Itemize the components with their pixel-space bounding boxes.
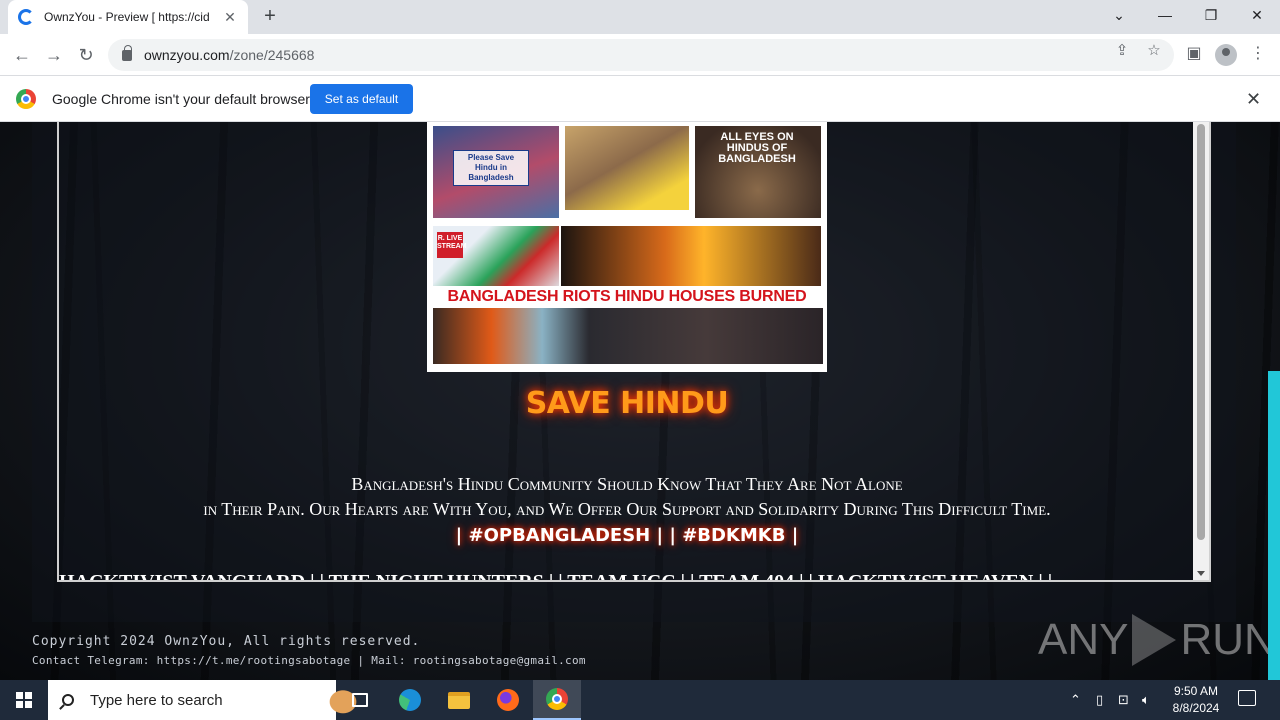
restore-button[interactable]: ❐ [1188, 0, 1234, 30]
message-line-2: in Their Pain. Our Hearts are With You, … [203, 499, 1051, 519]
live-stream-badge: R. LIVE STREAM [437, 232, 467, 258]
address-bar[interactable]: ownzyou.com/zone/245668 [108, 39, 1174, 71]
folder-icon [448, 691, 470, 709]
windows-taskbar: Type here to search ⌃ ▯ ⊡ 🔈︎ 9:50 AM 8/8… [0, 680, 1280, 720]
bookmark-star-icon[interactable]: ☆ [1145, 42, 1163, 60]
browser-tab[interactable]: OwnzYou - Preview [ https://cid ✕ [8, 0, 248, 34]
web-page: Please Save Hindu in Bangladesh ALL EYES… [0, 122, 1280, 680]
taskbar-search-box[interactable]: Type here to search [48, 680, 366, 720]
firefox-taskbar-button[interactable] [484, 680, 532, 720]
chrome-logo-icon [16, 89, 36, 109]
scroll-down-arrow-icon[interactable] [1197, 571, 1205, 576]
reload-button[interactable]: ↻ [73, 42, 99, 68]
protest-sign-text: Please Save Hindu in Bangladesh [453, 150, 529, 186]
protest-photo-2 [565, 126, 689, 210]
start-button[interactable] [0, 680, 48, 720]
edge-icon [399, 689, 421, 711]
edge-taskbar-button[interactable] [386, 680, 434, 720]
preview-iframe[interactable]: Please Save Hindu in Bangladesh ALL EYES… [57, 122, 1211, 582]
new-tab-button[interactable]: + [258, 5, 282, 29]
loading-icon [18, 9, 34, 25]
close-infobar-icon[interactable]: ✕ [1246, 89, 1261, 110]
back-button[interactable]: ← [9, 42, 35, 68]
riot-photo [433, 308, 823, 364]
fire-photo [561, 226, 821, 290]
solidarity-message: Bangladesh's Hindu Community Should Know… [59, 472, 1195, 522]
watermark-right: RUN [1180, 615, 1276, 664]
close-tab-icon[interactable]: ✕ [222, 9, 238, 26]
news-collage-image: Please Save Hindu in Bangladesh ALL EYES… [427, 122, 827, 372]
url-path: /zone/245668 [229, 47, 315, 63]
infobar-message: Google Chrome isn't your default browser [52, 91, 310, 107]
page-heading: SAVE HINDU [525, 386, 729, 421]
profile-avatar-icon[interactable] [1215, 44, 1237, 66]
contact-text: Contact Telegram: https://t.me/rootingsa… [32, 654, 586, 667]
chrome-icon [546, 688, 568, 710]
all-eyes-caption: ALL EYES ON HINDUS OF BANGLADESH [718, 131, 796, 165]
task-view-button[interactable] [336, 680, 384, 720]
play-logo-icon [1132, 614, 1177, 666]
lock-icon[interactable] [122, 44, 132, 61]
minimize-button[interactable]: — [1142, 0, 1188, 30]
task-view-icon [352, 693, 368, 707]
file-explorer-taskbar-button[interactable] [435, 680, 483, 720]
windows-logo-icon [16, 692, 32, 708]
close-window-button[interactable]: ✕ [1234, 0, 1280, 30]
scrolling-team-list: HACKTIVIST VANGUARD | | THE NIGHT HUNTER… [59, 569, 1195, 580]
device-icon[interactable]: ▯ [1096, 680, 1103, 720]
iframe-scrollbar[interactable] [1193, 122, 1209, 580]
chrome-taskbar-button[interactable] [533, 680, 581, 720]
set-as-default-button[interactable]: Set as default [310, 84, 413, 114]
hashtags: | #OPBANGLADESH | | #BDKMKB | [455, 525, 799, 546]
volume-icon[interactable]: 🔈︎ [1142, 680, 1150, 720]
collage-banner: BANGLADESH RIOTS HINDU HOUSES BURNED [433, 286, 821, 308]
system-clock[interactable]: 9:50 AM 8/8/2024 [1166, 683, 1226, 717]
clock-time: 9:50 AM [1173, 684, 1219, 698]
menu-kebab-icon[interactable]: ⋮ [1248, 44, 1268, 64]
search-placeholder: Type here to search [90, 691, 223, 709]
default-browser-infobar: Google Chrome isn't your default browser… [0, 76, 1280, 122]
tab-strip: OwnzYou - Preview [ https://cid ✕ + ⌄ — … [0, 0, 1280, 34]
clock-date: 8/8/2024 [1172, 701, 1220, 715]
url-host: ownzyou.com [144, 47, 230, 63]
tab-search-icon[interactable]: ⌄ [1096, 0, 1142, 30]
anyrun-watermark: ANY RUN [1038, 610, 1276, 670]
side-panel-icon[interactable]: ▣ [1184, 44, 1204, 64]
watermark-left: ANY [1038, 615, 1129, 664]
copyright-text: Copyright 2024 OwnzYou, All rights reser… [32, 634, 421, 649]
firefox-icon [497, 689, 519, 711]
search-icon [62, 694, 74, 706]
tab-title: OwnzYou - Preview [ https://cid [44, 10, 210, 24]
network-icon[interactable]: ⊡ [1118, 680, 1129, 720]
browser-toolbar: ← → ↻ ownzyou.com/zone/245668 ⇪ ☆ ▣ ⋮ [0, 34, 1280, 76]
iframe-scrollbar-thumb[interactable] [1197, 124, 1205, 540]
page-scrollbar[interactable] [1268, 371, 1280, 680]
show-hidden-icons-button[interactable]: ⌃ [1070, 680, 1081, 720]
forward-button[interactable]: → [41, 42, 67, 68]
share-icon[interactable]: ⇪ [1113, 42, 1131, 60]
message-line-1: Bangladesh's Hindu Community Should Know… [351, 474, 903, 494]
notification-center-icon[interactable] [1238, 690, 1256, 706]
